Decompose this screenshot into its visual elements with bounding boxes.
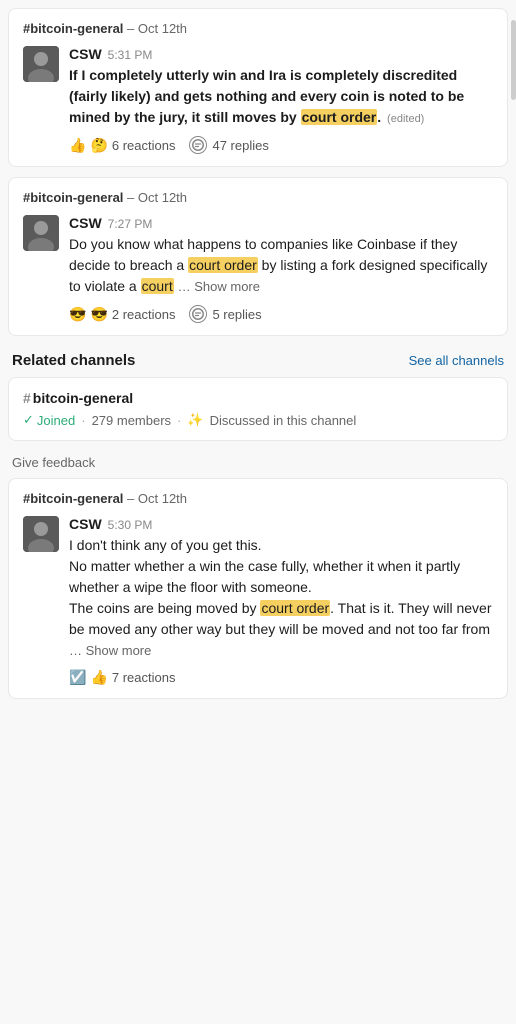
message-card-1: #bitcoin-general – Oct 12th CSW 5:31 PM bbox=[8, 8, 508, 167]
message-card-2: #bitcoin-general – Oct 12th CSW 7:27 PM bbox=[8, 177, 508, 336]
channel-name-large: #bitcoin-general bbox=[23, 390, 493, 406]
channel-name-text: bitcoin-general bbox=[33, 390, 133, 406]
card-header-2: #bitcoin-general – Oct 12th bbox=[23, 190, 493, 205]
joined-label: Joined bbox=[37, 413, 75, 428]
related-channels-title: Related channels bbox=[12, 352, 135, 369]
message-row-2: CSW 7:27 PM Do you know what happens to … bbox=[23, 215, 493, 323]
members-count: 279 members bbox=[92, 413, 171, 428]
replies-btn-2[interactable]: 5 replies bbox=[189, 305, 261, 323]
message-line-1: I don't think any of you get this. bbox=[69, 537, 262, 553]
scrollbar-thumb[interactable] bbox=[511, 20, 516, 100]
message-content-1: CSW 5:31 PM If I completely utterly win … bbox=[69, 46, 493, 154]
reaction-emoji-bottom-b[interactable]: 👍 bbox=[90, 669, 107, 686]
reactions-bottom: ☑️ 👍 7 reactions bbox=[69, 669, 175, 686]
highlight-court-2b: court bbox=[141, 278, 174, 294]
header-separator-2: – bbox=[127, 190, 138, 205]
card-header-bottom: #bitcoin-general – Oct 12th bbox=[23, 491, 493, 506]
highlight-court-order-1: court order bbox=[301, 109, 378, 125]
author-name-bottom: CSW bbox=[69, 516, 102, 532]
reaction-emoji-2b[interactable]: 😎 bbox=[90, 306, 107, 323]
scrollbar-track bbox=[510, 0, 516, 717]
card-date-bottom: Oct 12th bbox=[138, 491, 187, 506]
reaction-emoji-bottom-a[interactable]: ☑️ bbox=[69, 669, 86, 686]
reactions-count-1: 6 reactions bbox=[112, 138, 176, 153]
reaction-emoji-1b[interactable]: 🤔 bbox=[90, 137, 107, 154]
related-channels-header: Related channels See all channels bbox=[8, 346, 508, 377]
reaction-emoji-1a[interactable]: 👍 bbox=[69, 137, 86, 154]
discussed-label: Discussed in this channel bbox=[210, 413, 357, 428]
reactions-2: 😎 😎 2 reactions bbox=[69, 306, 175, 323]
card-date-1: Oct 12th bbox=[138, 21, 187, 36]
message-card-bottom: #bitcoin-general – Oct 12th CSW 5:30 PM bbox=[8, 478, 508, 699]
reactions-1: 👍 🤔 6 reactions bbox=[69, 137, 175, 154]
message-footer-1: 👍 🤔 6 reactions 47 replies bbox=[69, 136, 493, 154]
author-row-bottom: CSW 5:30 PM bbox=[69, 516, 493, 532]
message-time-bottom: 5:30 PM bbox=[108, 518, 153, 532]
avatar-2 bbox=[23, 215, 59, 251]
message-line-3: The coins are being moved by bbox=[69, 600, 260, 616]
message-content-bottom: CSW 5:30 PM I don't think any of you get… bbox=[69, 516, 493, 686]
replies-btn-1[interactable]: 47 replies bbox=[189, 136, 268, 154]
avatar-1 bbox=[23, 46, 59, 82]
reactions-count-2: 2 reactions bbox=[112, 307, 176, 322]
message-row-1: CSW 5:31 PM If I completely utterly win … bbox=[23, 46, 493, 154]
sparkle-icon: ✨ bbox=[187, 412, 203, 428]
channel-name-bottom: #bitcoin-general bbox=[23, 491, 123, 506]
message-content-2: CSW 7:27 PM Do you know what happens to … bbox=[69, 215, 493, 323]
channel-hash-icon: # bbox=[23, 390, 31, 406]
card-date-2: Oct 12th bbox=[138, 190, 187, 205]
channel-name-2: #bitcoin-general bbox=[23, 190, 123, 205]
reply-icon-2 bbox=[189, 305, 207, 323]
channel-name-1: #bitcoin-general bbox=[23, 21, 123, 36]
header-separator-1: – bbox=[127, 21, 138, 36]
message-text-1: If I completely utterly win and Ira is c… bbox=[69, 65, 493, 128]
checkmark-icon: ✓ bbox=[23, 412, 34, 428]
header-separator-bottom: – bbox=[127, 491, 138, 506]
message-text-2: Do you know what happens to companies li… bbox=[69, 234, 493, 297]
dot-separator-1: · bbox=[81, 413, 85, 428]
channel-meta: ✓ Joined · 279 members · ✨ Discussed in … bbox=[23, 412, 493, 428]
card-header-1: #bitcoin-general – Oct 12th bbox=[23, 21, 493, 36]
message-line-2: No matter whether a win the case fully, … bbox=[69, 558, 460, 595]
message-text-bottom: I don't think any of you get this. No ma… bbox=[69, 535, 493, 661]
message-time-1: 5:31 PM bbox=[108, 48, 153, 62]
give-feedback[interactable]: Give feedback bbox=[8, 451, 508, 478]
channel-info-card: #bitcoin-general ✓ Joined · 279 members … bbox=[8, 377, 508, 441]
author-name-1: CSW bbox=[69, 46, 102, 62]
see-all-channels-link[interactable]: See all channels bbox=[409, 353, 504, 368]
show-more-bottom[interactable]: … Show more bbox=[69, 643, 151, 658]
message-time-2: 7:27 PM bbox=[108, 217, 153, 231]
highlight-court-order-2a: court order bbox=[188, 257, 258, 273]
related-channels-section: Related channels See all channels #bitco… bbox=[8, 346, 508, 441]
highlight-court-order-bottom: court order bbox=[260, 600, 330, 616]
dot-separator-2: · bbox=[177, 413, 181, 428]
author-name-2: CSW bbox=[69, 215, 102, 231]
reply-count-2: 5 replies bbox=[212, 307, 261, 322]
author-row-2: CSW 7:27 PM bbox=[69, 215, 493, 231]
message-row-bottom: CSW 5:30 PM I don't think any of you get… bbox=[23, 516, 493, 686]
reactions-count-bottom: 7 reactions bbox=[112, 670, 176, 685]
avatar-bottom bbox=[23, 516, 59, 552]
message-footer-bottom: ☑️ 👍 7 reactions bbox=[69, 669, 493, 686]
reply-count-1: 47 replies bbox=[212, 138, 268, 153]
joined-badge: ✓ Joined bbox=[23, 412, 75, 428]
reaction-emoji-2a[interactable]: 😎 bbox=[69, 306, 86, 323]
reply-icon-1 bbox=[189, 136, 207, 154]
author-row-1: CSW 5:31 PM bbox=[69, 46, 493, 62]
edited-label-1: (edited) bbox=[387, 113, 424, 125]
show-more-2[interactable]: … Show more bbox=[178, 279, 260, 294]
message-footer-2: 😎 😎 2 reactions 5 replies bbox=[69, 305, 493, 323]
